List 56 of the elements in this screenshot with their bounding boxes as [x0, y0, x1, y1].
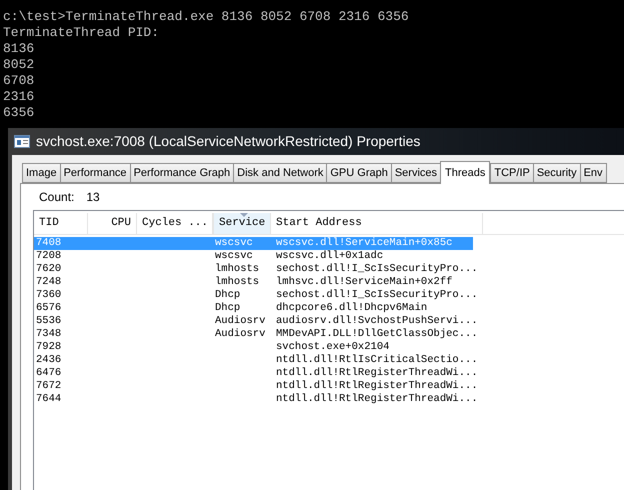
- start-address-cell-text: lmhsvc.dll!ServiceMain+0x2ff: [275, 274, 452, 289]
- window-title: svchost.exe:7008 (LocalServiceNetworkRestricted) Properties: [36, 132, 420, 151]
- tab[interactable]: Disk and Network: [233, 163, 328, 183]
- start-address-cell-text: dhcpcore6.dll!Dhcpv6Main: [275, 300, 428, 315]
- tab[interactable]: GPU Graph: [326, 163, 392, 183]
- console-line: TerminateThread PID:: [3, 25, 160, 41]
- column-header[interactable]: CPU: [88, 213, 137, 234]
- service-cell: Dhcp: [215, 288, 240, 301]
- thread-row[interactable]: 7248 lmhosts lmhsvc.dll!ServiceMain+0x2ff: [34, 276, 473, 289]
- console-line: 6356: [3, 105, 34, 121]
- tid-cell-text: 7208: [35, 248, 62, 264]
- service-cell: Dhcp: [215, 302, 240, 314]
- count-label: Count:: [39, 189, 74, 206]
- tab[interactable]: Performance: [60, 163, 131, 183]
- service-cell: wscsvc: [215, 250, 253, 262]
- tid-cell-text: 7928: [35, 340, 62, 355]
- tid-cell-text: 7644: [35, 392, 62, 407]
- tab[interactable]: TCP/IP: [490, 163, 534, 183]
- console-line: 8136: [3, 41, 34, 57]
- service-cell: lmhosts: [215, 276, 260, 288]
- tid-cell-text: 7360: [35, 288, 62, 303]
- console-line: 2316: [3, 89, 34, 105]
- tab[interactable]: Image: [22, 163, 61, 183]
- column-header[interactable]: Service: [213, 213, 271, 234]
- start-address-cell-text: wscsvc.dll+0x1adc: [275, 248, 384, 263]
- service-cell: lmhosts: [215, 262, 260, 275]
- console-line: c:\test>TerminateThread.exe 8136 8052 6708 2316 6356: [3, 9, 409, 25]
- tid-cell-text: 7348: [35, 326, 62, 342]
- start-address-cell-text: wscsvc.dll!ServiceMain+0x85c: [275, 236, 452, 250]
- tab[interactable]: Threads: [440, 161, 490, 184]
- console-line: 6708: [3, 73, 34, 89]
- tab[interactable]: Performance Graph: [130, 163, 234, 183]
- tid-cell-text: 2436: [35, 352, 62, 368]
- console-line: 8052: [3, 57, 34, 73]
- tab[interactable]: Env: [580, 163, 607, 183]
- tid-cell-text: 5536: [35, 314, 62, 329]
- tab[interactable]: Services: [390, 163, 442, 183]
- tid-cell-text: 7408: [35, 236, 62, 251]
- tid-cell-text: 7620: [35, 262, 62, 277]
- start-address-cell-text: svchost.exe+0x2104: [275, 340, 390, 354]
- tid-cell-text: 7672: [35, 378, 62, 394]
- thread-row[interactable]: 6576 Dhcp dhcpcore6.dll!Dhcpv6Main: [34, 302, 473, 315]
- tid-cell-text: 6576: [35, 300, 62, 316]
- service-cell: Audiosrv: [215, 314, 266, 327]
- service-cell: wscsvc: [215, 236, 253, 249]
- column-header[interactable]: TID: [34, 213, 88, 234]
- tab[interactable]: Security: [532, 163, 581, 183]
- service-cell: Audiosrv: [215, 328, 266, 340]
- thread-row[interactable]: 7928 svchost.exe+0x2104: [34, 341, 473, 354]
- sort-arrow-icon: [240, 213, 248, 217]
- tid-cell-text: 6476: [35, 366, 62, 381]
- thread-row[interactable]: 7208 wscsvc wscsvc.dll+0x1adc: [34, 250, 473, 263]
- column-header[interactable]: Start Address: [271, 213, 483, 234]
- tid-cell-text: 7248: [35, 274, 62, 290]
- window-icon: [14, 135, 30, 148]
- count-value: 13: [86, 189, 100, 206]
